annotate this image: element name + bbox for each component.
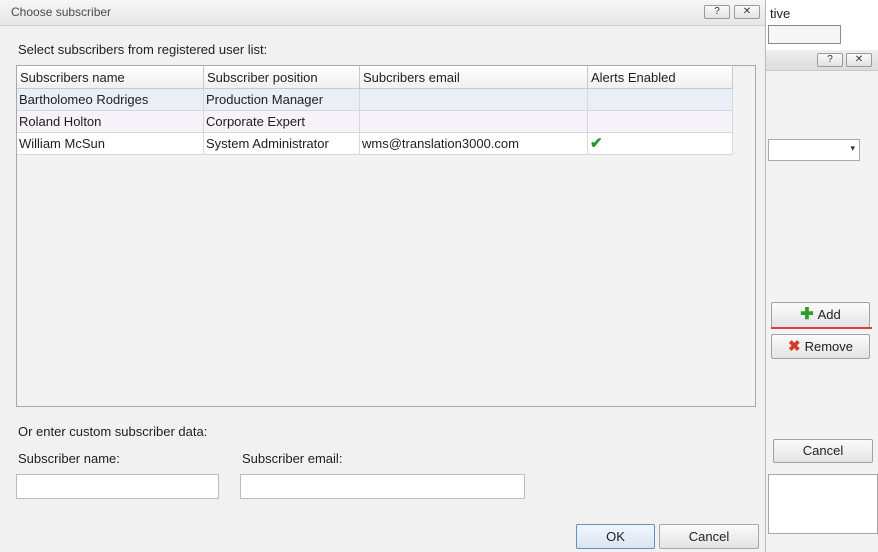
background-cell-text: tive (770, 6, 791, 21)
ok-button[interactable]: OK (576, 524, 655, 549)
help-button[interactable]: ? (704, 5, 730, 19)
custom-data-label: Or enter custom subscriber data: (18, 424, 208, 439)
close-icon: ✕ (854, 54, 864, 65)
cell-position: System Administrator (204, 133, 360, 155)
subscriber-name-input[interactable] (16, 474, 219, 499)
background-textarea[interactable] (768, 474, 878, 534)
subscriber-email-input[interactable] (240, 474, 525, 499)
background-dropdown[interactable]: ▾ (768, 139, 860, 161)
remove-x-icon: ✖ (788, 338, 801, 355)
cell-email (360, 89, 588, 111)
table-row[interactable]: Roland Holton Corporate Expert (17, 111, 733, 133)
help-icon: ? (714, 6, 720, 17)
add-button-underline (771, 327, 872, 329)
background-input[interactable] (768, 25, 841, 44)
cell-name: William McSun (17, 133, 204, 155)
cell-alerts (588, 89, 733, 111)
cell-position: Production Manager (204, 89, 360, 111)
background-close-button[interactable]: ✕ (846, 53, 872, 67)
column-header-name[interactable]: Subscribers name (17, 66, 204, 89)
column-header-alerts[interactable]: Alerts Enabled (588, 66, 733, 89)
chevron-down-icon: ▾ (850, 143, 855, 153)
cell-alerts (588, 111, 733, 133)
remove-button[interactable]: ✖ Remove (771, 334, 870, 359)
add-button[interactable]: ✚ Add (771, 302, 870, 328)
instruction-label: Select subscribers from registered user … (18, 42, 268, 57)
cell-email: wms@translation3000.com (360, 133, 588, 155)
close-button[interactable]: ✕ (734, 5, 760, 19)
subscriber-name-label: Subscriber name: (18, 451, 120, 466)
cell-alerts: ✔ (588, 133, 733, 155)
cell-name: Bartholomeo Rodriges (17, 89, 204, 111)
cell-name: Roland Holton (17, 111, 204, 133)
check-icon: ✔ (590, 135, 603, 152)
cell-email (360, 111, 588, 133)
cancel-button[interactable]: Cancel (659, 524, 759, 549)
subscriber-grid[interactable]: Subscribers name Subscriber position Sub… (16, 65, 756, 407)
help-icon: ? (827, 54, 833, 65)
remove-button-label: Remove (804, 339, 853, 354)
column-header-email[interactable]: Subcribers email (360, 66, 588, 89)
background-help-button[interactable]: ? (817, 53, 843, 67)
column-header-position[interactable]: Subscriber position (204, 66, 360, 89)
dialog-title: Choose subscriber (11, 5, 112, 19)
add-button-label: Add (817, 307, 841, 322)
background-titlebar: ? ✕ (764, 50, 878, 71)
choose-subscriber-dialog: Choose subscriber ? ✕ Select subscribers… (0, 0, 766, 552)
cell-position: Corporate Expert (204, 111, 360, 133)
close-icon: ✕ (742, 6, 752, 17)
dialog-titlebar: Choose subscriber ? ✕ (0, 0, 765, 26)
plus-icon: ✚ (800, 306, 814, 323)
table-row[interactable]: William McSun System Administrator wms@t… (17, 133, 733, 155)
background-cancel-button[interactable]: Cancel (773, 439, 873, 463)
background-cancel-label: Cancel (802, 443, 844, 458)
subscriber-email-label: Subscriber email: (242, 451, 343, 466)
table-row[interactable]: Bartholomeo Rodriges Production Manager (17, 89, 733, 111)
